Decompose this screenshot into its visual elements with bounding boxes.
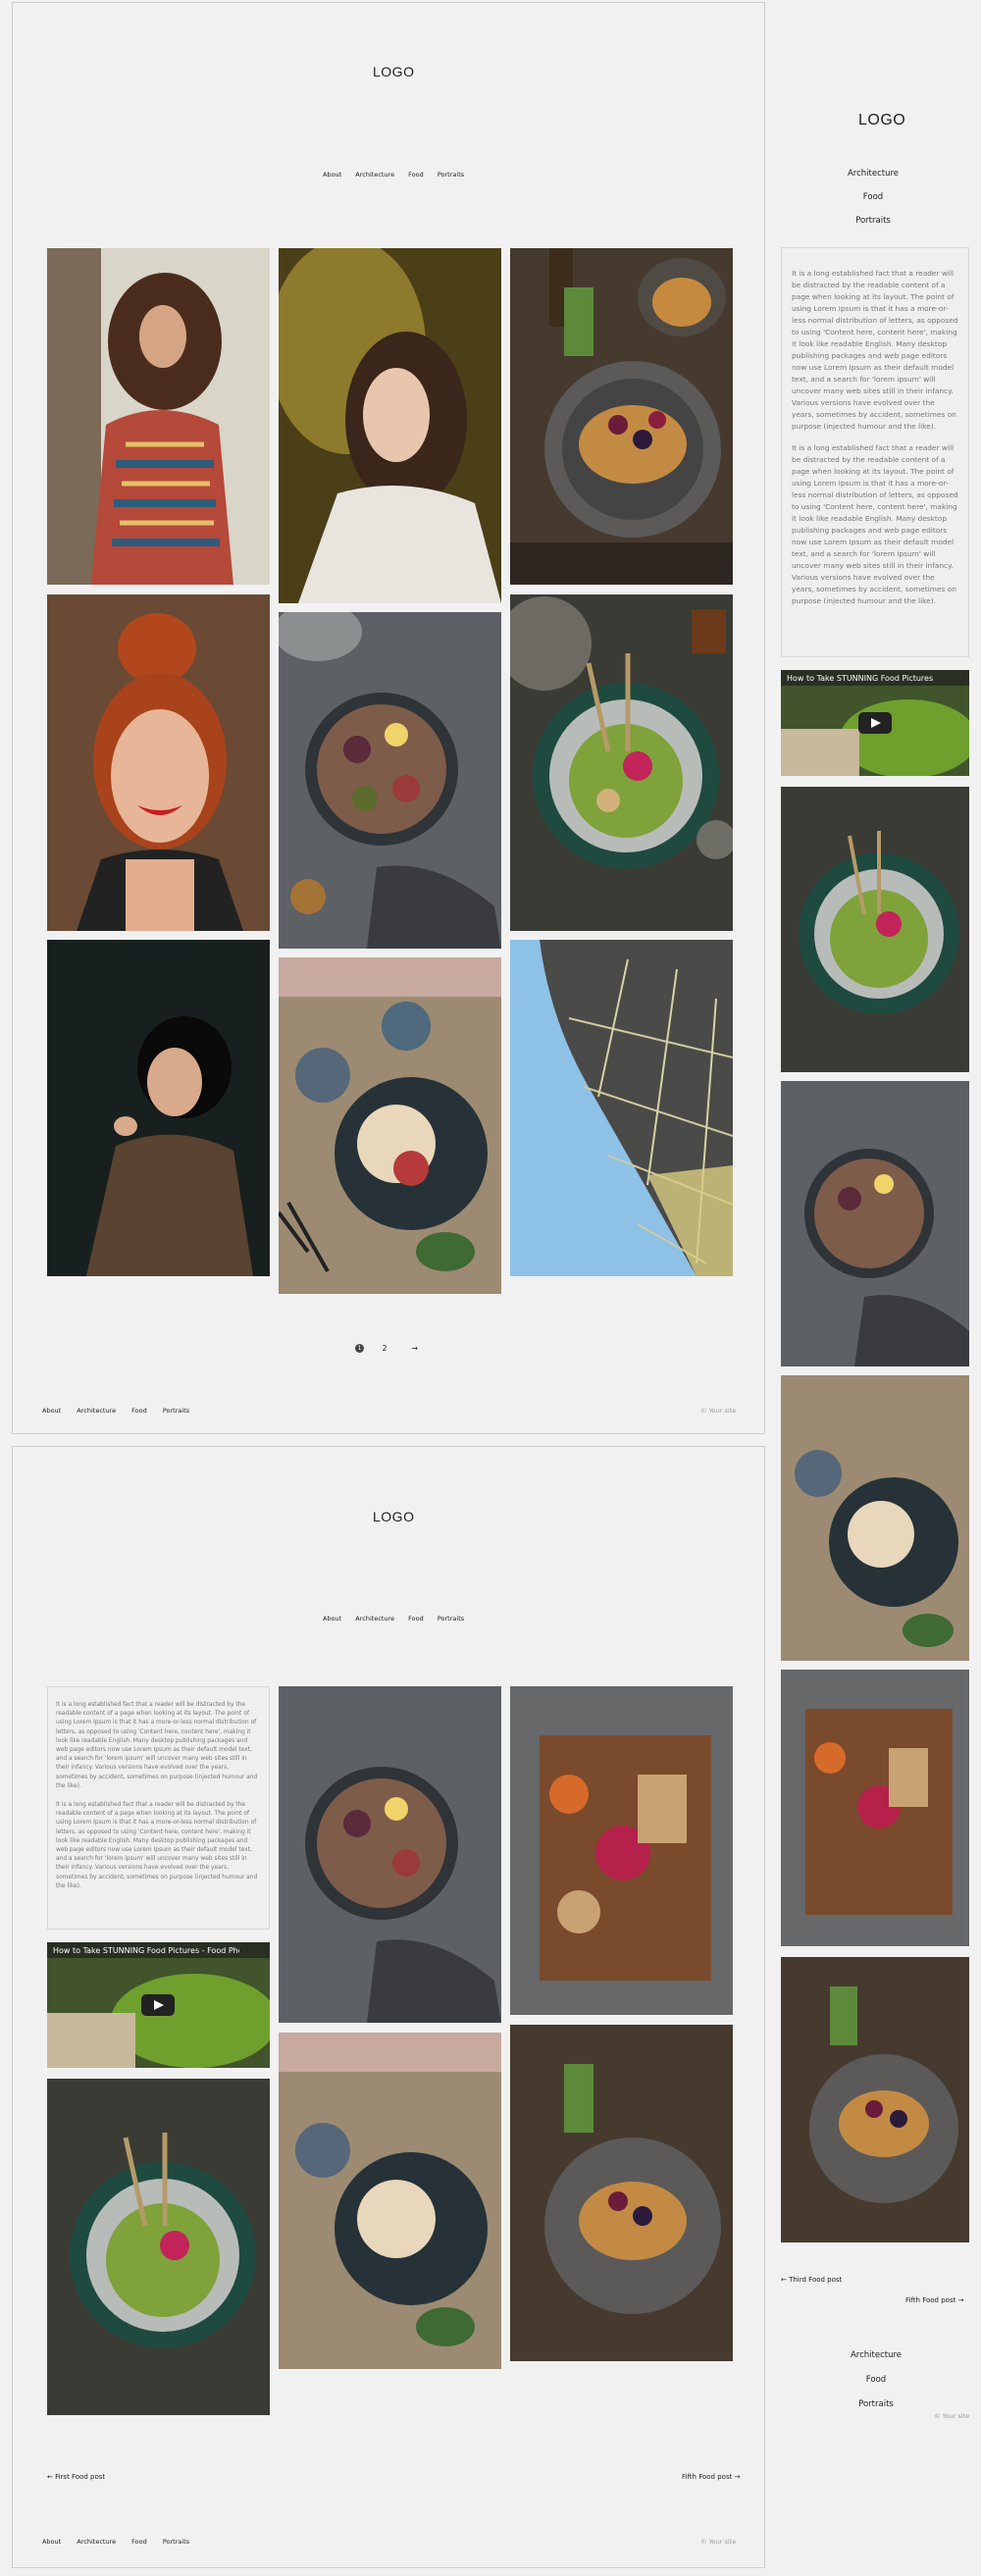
photo-woman-dark-background[interactable] (47, 940, 270, 1276)
photo-food-bagels-table[interactable] (279, 957, 501, 1294)
sidebar-bottom-nav-portraits[interactable]: Portraits (822, 2399, 930, 2409)
photo-curly-hair-woman-art (47, 248, 270, 585)
page-2-link[interactable]: 2 (383, 1344, 387, 1353)
photo-architecture-facade[interactable] (510, 940, 733, 1276)
sidebar-photo-salad[interactable] (781, 787, 969, 1072)
nav-about[interactable]: About (323, 171, 341, 179)
post-photo-dessert-board[interactable] (510, 1686, 733, 2015)
copyright-2: © Your site (700, 2538, 737, 2546)
photo-woman-foliage[interactable] (279, 248, 501, 603)
photo-food-waffles-berries-art (510, 248, 733, 585)
footer2-nav-portraits[interactable]: Portraits (163, 2538, 189, 2546)
sidebar-bottom-nav: Architecture Food Portraits (822, 2350, 930, 2423)
sidebar-nav-architecture[interactable]: Architecture (819, 169, 927, 179)
photo-architecture-facade-art (510, 940, 733, 1276)
post-photo-figs[interactable] (279, 1686, 501, 2023)
sidebar-logo[interactable]: LOGO (858, 112, 905, 129)
footer-nav: About Architecture Food Portraits (42, 1407, 203, 1415)
sidebar-photo-waffles-art (781, 1957, 969, 2242)
nav-architecture[interactable]: Architecture (355, 171, 394, 179)
sidebar-photo-dessert-board-art (781, 1670, 969, 1946)
gallery-page-panel: LOGO About Architecture Food Portraits 1… (12, 2, 765, 1434)
nav-food[interactable]: Food (408, 171, 424, 179)
sidebar-next-post-link[interactable]: Fifth Food post → (905, 2296, 963, 2304)
photo-woman-foliage-art (279, 248, 501, 603)
post-photo-figs-art (279, 1686, 501, 2023)
sidebar-photo-dessert-board[interactable] (781, 1670, 969, 1946)
sidebar-nav-food[interactable]: Food (819, 192, 927, 202)
photo-food-bagels-table-art (279, 957, 501, 1294)
post-text-block: It is a long established fact that a rea… (47, 1686, 270, 1930)
sidebar-copyright: © Your site (934, 2412, 970, 2420)
logo[interactable]: LOGO (373, 64, 414, 79)
sidebar-video-embed[interactable]: How to Take STUNNING Food Pictures - Foo… (781, 670, 969, 776)
footer-nav-about[interactable]: About (42, 1407, 61, 1415)
footer2-nav-about[interactable]: About (42, 2538, 61, 2546)
post-video-title[interactable]: How to Take STUNNING Food Pictures - Foo… (53, 1946, 239, 1955)
nav2-architecture[interactable]: Architecture (355, 1615, 394, 1623)
footer2-nav-food[interactable]: Food (131, 2538, 147, 2546)
sidebar-prev-post-link[interactable]: ← Third Food post (781, 2276, 842, 2284)
post-photo-waffles[interactable] (510, 2025, 733, 2361)
photo-food-salad-bowl[interactable] (510, 594, 733, 931)
post-paragraph-1: It is a long established fact that a rea… (56, 1702, 258, 1789)
photo-curly-hair-woman[interactable] (47, 248, 270, 585)
footer-nav-portraits[interactable]: Portraits (163, 1407, 189, 1415)
photo-food-waffles-berries[interactable] (510, 248, 733, 585)
photo-food-figs-platter[interactable] (279, 612, 501, 949)
post-prev-link[interactable]: ← First Food post (47, 2473, 105, 2481)
post-photo-waffles-art (510, 2025, 733, 2361)
post-photo-salad[interactable] (47, 2079, 270, 2415)
sidebar-video-title[interactable]: How to Take STUNNING Food Pictures - Foo… (787, 674, 934, 683)
post-photo-bagels-art (279, 2033, 501, 2369)
sidebar-bottom-nav-architecture[interactable]: Architecture (822, 2350, 930, 2360)
photo-redhead-woman-art (47, 594, 270, 931)
main-nav: About Architecture Food Portraits (317, 171, 470, 179)
photo-food-figs-platter-art (279, 612, 501, 949)
footer-nav-architecture[interactable]: Architecture (77, 1407, 116, 1415)
sidebar-photo-bagels-art (781, 1375, 969, 1661)
sidebar-top-nav: Architecture Food Portraits (819, 169, 927, 239)
post-video-embed[interactable]: How to Take STUNNING Food Pictures - Foo… (47, 1942, 270, 2068)
main-nav-2: About Architecture Food Portraits (317, 1615, 470, 1623)
sidebar-photo-bagels[interactable] (781, 1375, 969, 1661)
footer2-nav-architecture[interactable]: Architecture (77, 2538, 116, 2546)
photo-woman-dark-background-art (47, 940, 270, 1276)
nav2-food[interactable]: Food (408, 1615, 424, 1623)
sidebar-photo-figs[interactable] (781, 1081, 969, 1366)
page-1-current[interactable]: 1 (355, 1344, 364, 1353)
sidebar-nav-portraits[interactable]: Portraits (819, 216, 927, 226)
next-page-arrow[interactable]: → (411, 1344, 418, 1353)
sidebar-video-play-button[interactable] (858, 712, 892, 734)
post-next-link[interactable]: Fifth Food post → (682, 2473, 740, 2481)
footer-nav-2: About Architecture Food Portraits (42, 2538, 203, 2546)
copyright: © Your site (700, 1407, 737, 1415)
sidebar-photo-salad-art (781, 787, 969, 1072)
nav2-about[interactable]: About (323, 1615, 341, 1623)
sidebar-paragraph-2: It is a long established fact that a rea… (792, 443, 958, 605)
logo-2[interactable]: LOGO (373, 1509, 414, 1524)
post-photo-salad-art (47, 2079, 270, 2415)
pagination: 1 2 → (355, 1344, 418, 1353)
photo-food-salad-bowl-art (510, 594, 733, 931)
post-page-panel: LOGO About Architecture Food Portraits I… (12, 1446, 765, 2568)
post-video-play-button[interactable] (141, 1994, 175, 2016)
sidebar-bottom-nav-food[interactable]: Food (822, 2375, 930, 2385)
sidebar-photo-figs-art (781, 1081, 969, 1366)
sidebar-photo-waffles[interactable] (781, 1957, 969, 2242)
footer-nav-food[interactable]: Food (131, 1407, 147, 1415)
nav-portraits[interactable]: Portraits (438, 171, 464, 179)
post-paragraph-2: It is a long established fact that a rea… (56, 1802, 258, 1889)
sidebar-paragraph-1: It is a long established fact that a rea… (792, 269, 958, 431)
nav2-portraits[interactable]: Portraits (438, 1615, 464, 1623)
post-photo-dessert-board-art (510, 1686, 733, 2015)
post-photo-bagels[interactable] (279, 2033, 501, 2369)
sidebar-text-block: It is a long established fact that a rea… (781, 247, 969, 657)
photo-redhead-woman[interactable] (47, 594, 270, 931)
